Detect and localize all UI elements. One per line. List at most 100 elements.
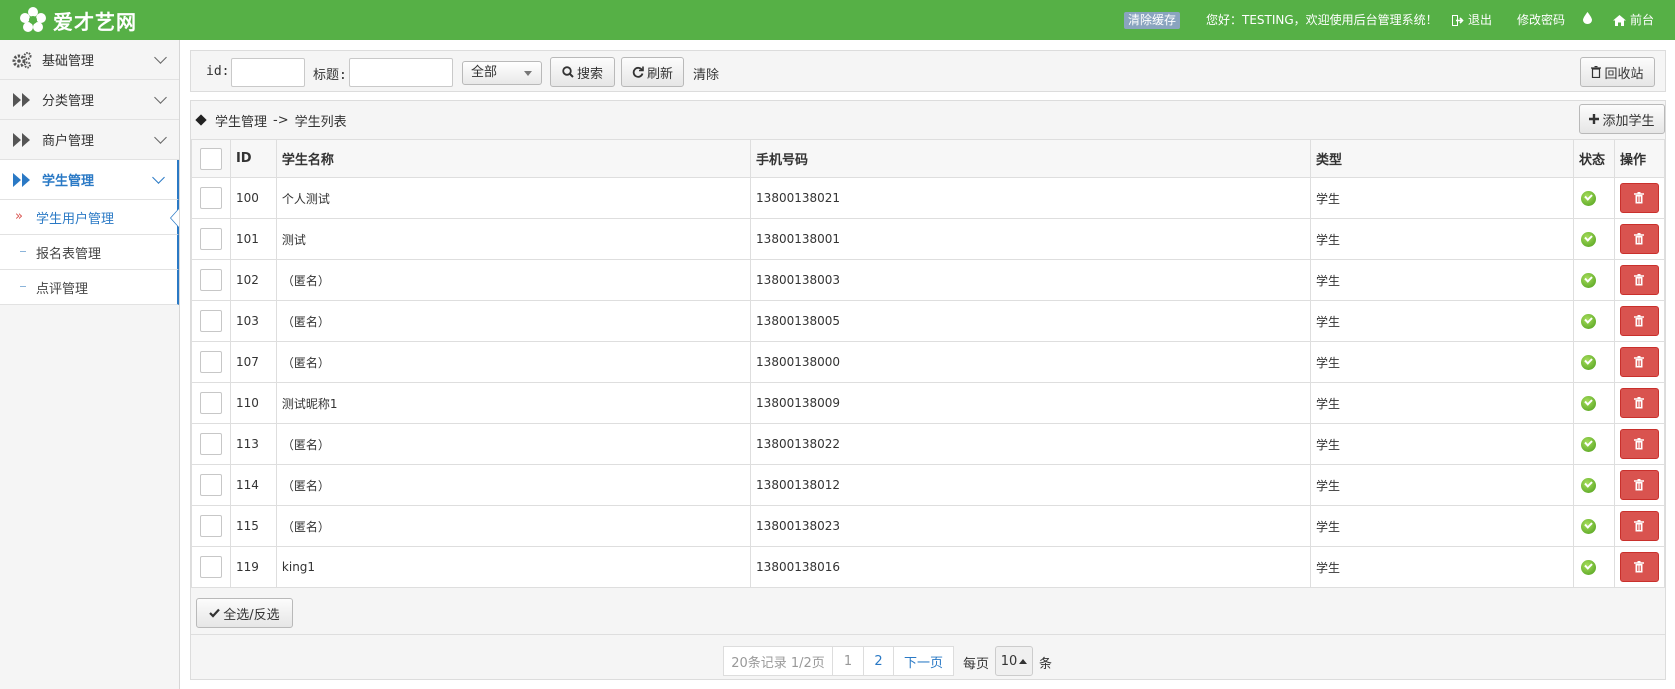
sidebar: 基础管理 分类管理 商户管理 学生管理 » 学生用户管理 报名表管理 点评管理	[0, 40, 180, 689]
delete-button[interactable]	[1619, 429, 1659, 459]
cell-phone: 13800138003	[750, 259, 1312, 301]
sidebar-item-category[interactable]: 分类管理	[0, 80, 179, 120]
clear-link[interactable]: 清除	[693, 64, 719, 83]
page-1[interactable]: 1	[832, 646, 864, 676]
cell-type: 学生	[1310, 382, 1575, 424]
chevron-down-icon	[154, 131, 167, 144]
refresh-button[interactable]: 刷新	[621, 57, 684, 87]
row-checkbox[interactable]	[199, 187, 222, 209]
cell-status	[1573, 259, 1615, 301]
trash-icon	[1634, 192, 1645, 204]
frontend-link[interactable]: 前台	[1613, 12, 1654, 29]
delete-button[interactable]	[1619, 511, 1659, 541]
row-checkbox[interactable]	[199, 310, 222, 332]
cell-name: 个人测试	[275, 177, 752, 219]
breadcrumb-section: 学生管理	[215, 114, 268, 130]
page-2[interactable]: 2	[863, 646, 894, 676]
delete-button[interactable]	[1619, 224, 1659, 254]
pagination-summary: 20条记录 1/2页	[723, 646, 833, 676]
column-header-phone: 手机号码	[750, 139, 1312, 178]
status-ok-icon	[1581, 272, 1597, 288]
delete-button[interactable]	[1619, 470, 1659, 500]
cell-id: 107	[229, 341, 277, 383]
sidebar-item-student[interactable]: 学生管理	[0, 160, 179, 200]
refresh-icon	[632, 66, 644, 78]
clear-cache-button[interactable]: 清除缓存	[1124, 12, 1181, 29]
type-select[interactable]: 全部	[462, 61, 542, 85]
delete-button[interactable]	[1619, 306, 1659, 336]
logo-text: 爱才艺网	[53, 9, 137, 34]
title-label: 标题:	[313, 68, 347, 83]
forward-icon	[13, 132, 30, 147]
cell-status	[1573, 341, 1615, 383]
cell-actions	[1613, 464, 1666, 506]
cell-id: 119	[229, 546, 277, 588]
cell-name: （匿名）	[275, 464, 752, 506]
cell-type: 学生	[1310, 464, 1575, 506]
next-page-link[interactable]: 下一页	[893, 646, 954, 676]
home-icon	[1613, 15, 1626, 26]
per-page-value: 10	[1000, 653, 1018, 669]
status-ok-icon	[1581, 518, 1597, 534]
logo[interactable]: 爱才艺网	[18, 5, 137, 35]
sidebar-subitem-label: 报名表管理	[36, 246, 102, 262]
status-ok-icon	[1581, 190, 1597, 206]
row-checkbox[interactable]	[199, 392, 222, 414]
status-ok-icon	[1581, 313, 1597, 329]
search-button[interactable]: 搜索	[550, 57, 615, 87]
row-checkbox[interactable]	[199, 433, 222, 455]
table-row: 100 个人测试 13800138021 学生	[191, 177, 1666, 219]
cell-name: （匿名）	[275, 300, 752, 342]
row-checkbox[interactable]	[199, 269, 222, 291]
sign-out-icon	[1452, 15, 1464, 26]
row-checkbox[interactable]	[199, 474, 222, 496]
add-student-button[interactable]: 添加学生	[1579, 104, 1665, 134]
sidebar-item-basic[interactable]: 基础管理	[0, 40, 179, 80]
search-button-label: 搜索	[576, 66, 603, 82]
table-row: 103 （匿名） 13800138005 学生	[191, 300, 1666, 342]
cell-status	[1573, 505, 1615, 547]
row-checkbox[interactable]	[199, 351, 222, 373]
delete-button[interactable]	[1619, 552, 1659, 582]
delete-button[interactable]	[1619, 265, 1659, 295]
recycle-bin-button[interactable]: 回收站	[1580, 57, 1655, 87]
sidebar-subitem-reviews[interactable]: 点评管理	[0, 270, 179, 305]
delete-button[interactable]	[1619, 388, 1659, 418]
delete-button[interactable]	[1619, 183, 1659, 213]
logout-link[interactable]: 退出	[1452, 12, 1492, 29]
row-checkbox[interactable]	[199, 556, 222, 578]
status-ok-icon	[1581, 436, 1597, 452]
forward-icon	[13, 172, 30, 187]
change-password-link[interactable]: 修改密码	[1517, 12, 1565, 29]
top-bar: 爱才艺网 清除缓存 您好：TESTING，欢迎使用后台管理系统！ 退出 修改密码…	[0, 0, 1675, 40]
cell-id: 102	[229, 259, 277, 301]
select-all-checkbox[interactable]	[199, 147, 222, 170]
recycle-bin-label: 回收站	[1604, 66, 1644, 82]
sidebar-subitem-signup-forms[interactable]: 报名表管理	[0, 235, 179, 270]
cell-phone: 13800138005	[750, 300, 1312, 342]
check-icon	[209, 608, 221, 618]
cell-id: 114	[229, 464, 277, 506]
sidebar-subitem-student-users[interactable]: » 学生用户管理	[0, 200, 179, 235]
row-checkbox-cell	[191, 300, 231, 342]
per-page-select[interactable]: 10	[995, 646, 1033, 676]
select-all-toggle-button[interactable]: 全选/反选	[196, 598, 293, 628]
cell-type: 学生	[1310, 177, 1575, 219]
cell-type: 学生	[1310, 341, 1575, 383]
title-input[interactable]	[349, 58, 453, 87]
flower-logo-icon	[20, 7, 46, 32]
double-angle-right-icon: »	[15, 209, 23, 224]
cell-type: 学生	[1310, 505, 1575, 547]
sidebar-item-merchant[interactable]: 商户管理	[0, 120, 179, 160]
tint-toggle[interactable]	[1583, 12, 1592, 24]
trash-icon	[1634, 315, 1645, 327]
row-checkbox[interactable]	[199, 515, 222, 537]
row-checkbox-cell	[191, 259, 231, 301]
chevron-down-icon	[154, 51, 167, 64]
delete-button[interactable]	[1619, 347, 1659, 377]
status-ok-icon	[1581, 395, 1597, 411]
row-checkbox[interactable]	[199, 228, 222, 250]
id-input[interactable]	[231, 58, 305, 87]
cell-phone: 13800138016	[750, 546, 1312, 588]
cell-name: 测试	[275, 218, 752, 260]
